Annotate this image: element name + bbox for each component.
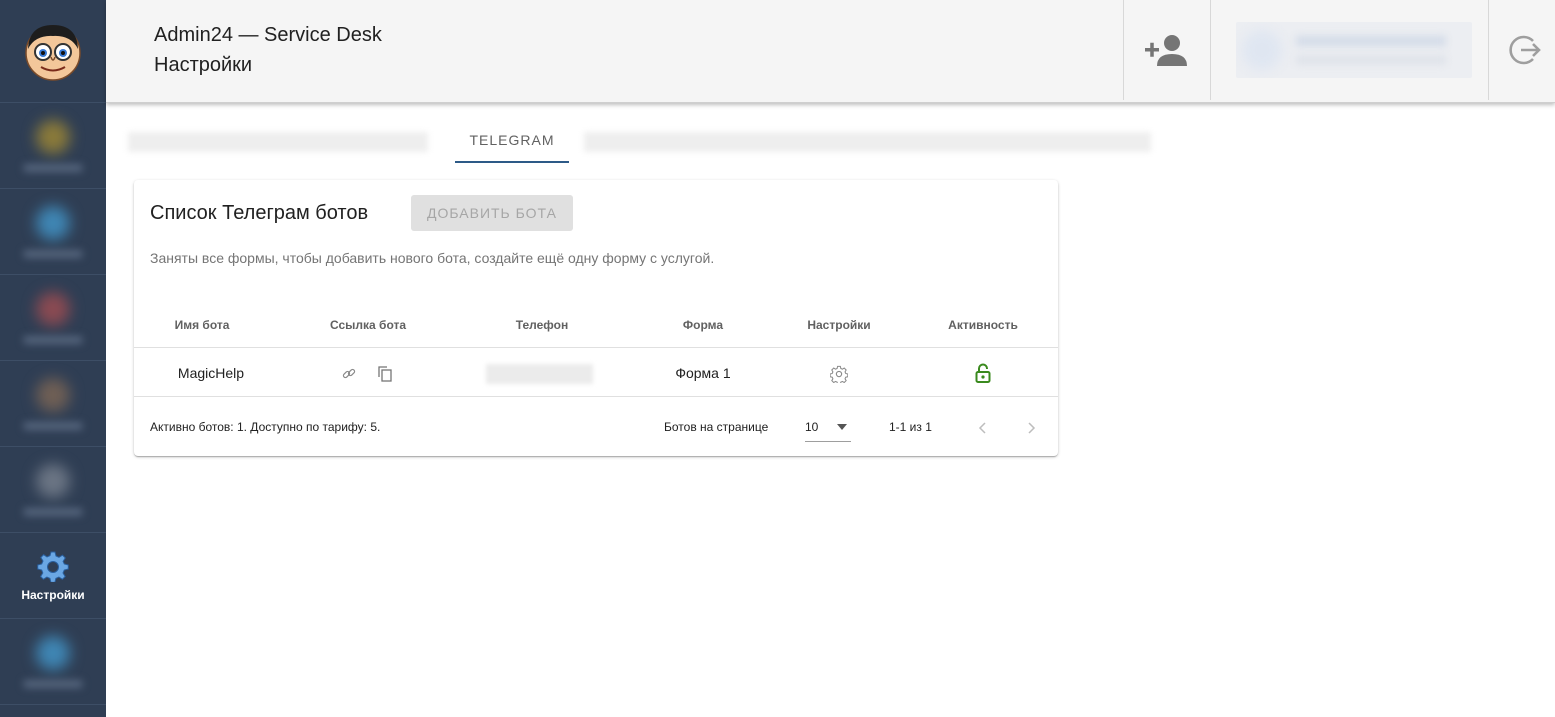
card-note: Заняты все формы, чтобы добавить нового …	[150, 250, 715, 266]
header-divider	[1488, 0, 1489, 100]
pagination-range: 1-1 из 1	[889, 420, 932, 434]
table-footer: Активно ботов: 1. Доступно по тарифу: 5.…	[134, 398, 1058, 456]
user-profile-block[interactable]	[1236, 22, 1472, 78]
column-header-name[interactable]: Имя бота	[175, 318, 230, 332]
top-header: Admin24 — Service Desk Настройки	[106, 0, 1555, 103]
per-page-value: 10	[805, 419, 819, 434]
per-page-select[interactable]: 10	[805, 412, 851, 442]
column-header-link[interactable]: Ссылка бота	[330, 318, 406, 332]
sidebar-item-settings[interactable]: Настройки	[0, 533, 106, 619]
bot-form: Форма 1	[675, 365, 731, 381]
copy-link-button[interactable]	[376, 365, 394, 383]
prev-page-button[interactable]	[972, 418, 992, 438]
bot-phone-blurred	[486, 364, 593, 384]
header-titles: Admin24 — Service Desk Настройки	[154, 20, 382, 80]
page-title: Настройки	[154, 54, 253, 76]
sidebar-item-4[interactable]	[0, 361, 106, 447]
bot-settings-button[interactable]	[829, 364, 849, 384]
unlock-icon	[975, 363, 991, 383]
header-divider	[1123, 0, 1124, 100]
card-title: Список Телеграм ботов	[150, 202, 369, 224]
add-user-button[interactable]	[1138, 22, 1194, 78]
app-title: Admin24 — Service Desk	[154, 24, 382, 46]
link-button[interactable]	[340, 365, 358, 383]
gear-icon	[37, 551, 69, 582]
tab-blurred-right[interactable]	[584, 132, 1151, 152]
bots-summary: Активно ботов: 1. Доступно по тарифу: 5.	[150, 420, 381, 434]
per-page-label: Ботов на странице	[664, 420, 769, 434]
link-icon	[342, 368, 356, 379]
next-page-button[interactable]	[1022, 418, 1042, 438]
sidebar-item-7[interactable]	[0, 619, 106, 705]
sidebar-item-5[interactable]	[0, 447, 106, 533]
logout-icon	[1509, 35, 1541, 65]
sidebar-item-1[interactable]	[0, 103, 106, 189]
add-user-icon	[1145, 35, 1187, 66]
sidebar-item-2[interactable]	[0, 189, 106, 275]
table-row: MagicHelp Форма 1	[134, 349, 1058, 397]
copy-icon	[378, 366, 392, 382]
chevron-right-icon	[1028, 422, 1036, 434]
bot-name: MagicHelp	[177, 365, 245, 381]
logout-button[interactable]	[1496, 22, 1552, 78]
tab-telegram[interactable]: TELEGRAM	[455, 124, 569, 163]
header-divider	[1210, 0, 1211, 100]
table-header: Имя бота Ссылка бота Телефон Форма Настр…	[134, 308, 1058, 348]
chevron-left-icon	[978, 422, 986, 434]
sidebar-item-settings-label: Настройки	[21, 587, 85, 602]
bot-activity-toggle[interactable]	[973, 363, 993, 383]
column-header-settings[interactable]: Настройки	[807, 318, 870, 332]
telegram-bots-card: Список Телеграм ботов ДОБАВИТЬ БОТА Заня…	[134, 180, 1058, 456]
column-header-activity[interactable]: Активность	[948, 318, 1018, 332]
settings-gear-icon	[830, 365, 848, 383]
avatar-logo-icon	[25, 25, 81, 81]
sidebar-item-3[interactable]	[0, 275, 106, 361]
add-bot-button[interactable]: ДОБАВИТЬ БОТА	[411, 195, 573, 231]
tab-blurred-left[interactable]	[128, 132, 428, 152]
app-logo[interactable]	[0, 0, 106, 103]
caret-down-icon	[837, 423, 847, 430]
column-header-phone[interactable]: Телефон	[516, 318, 568, 332]
sidebar: Настройки	[0, 0, 106, 717]
column-header-form[interactable]: Форма	[683, 318, 723, 332]
